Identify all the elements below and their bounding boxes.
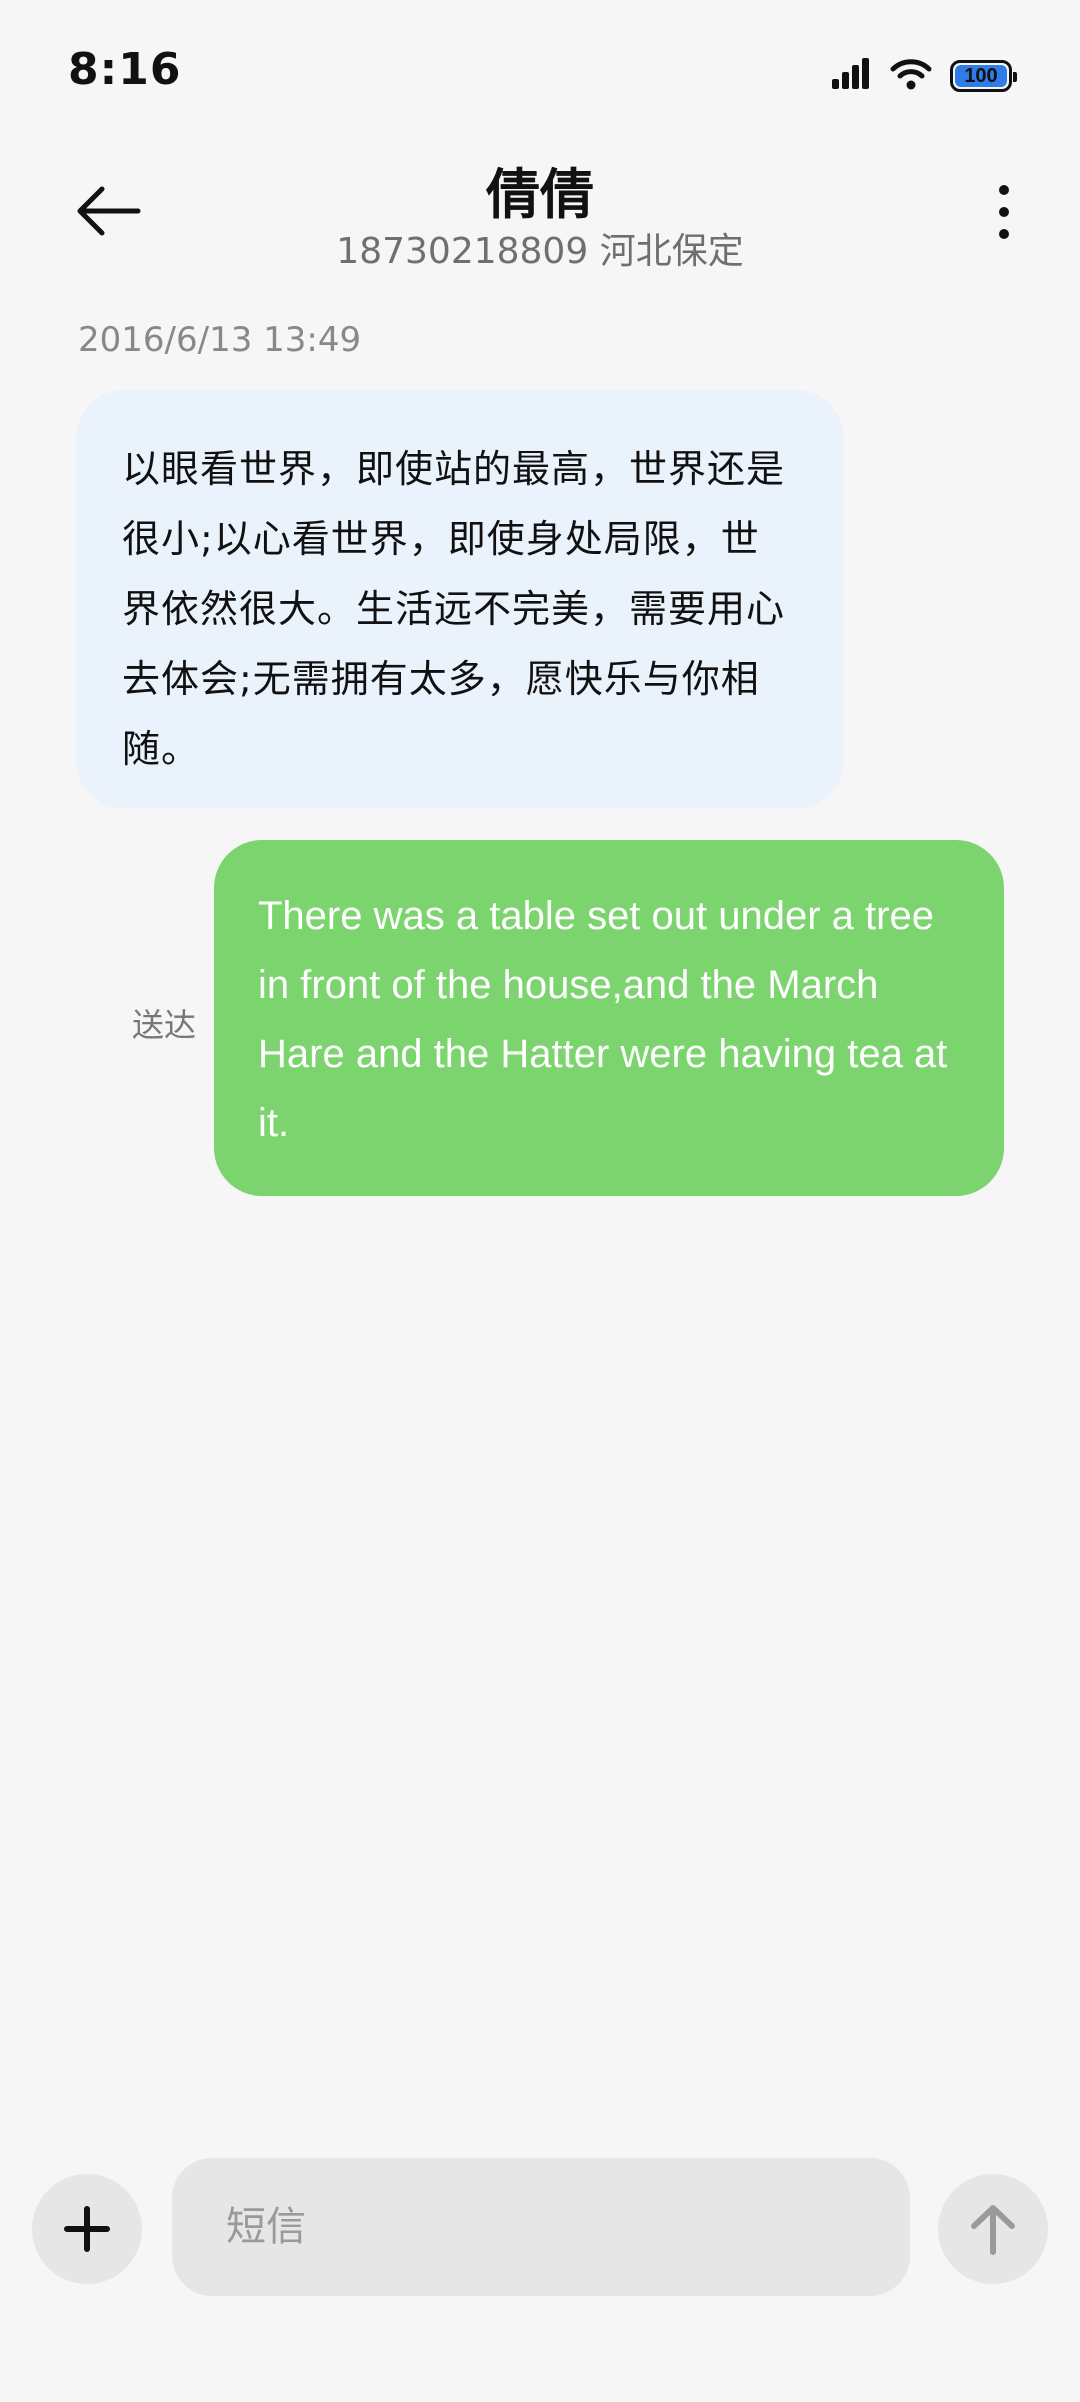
plus-icon (64, 2206, 110, 2252)
delivery-status: 送达 (132, 1006, 197, 1044)
status-bar: 8:16 100 (0, 0, 1080, 150)
more-vertical-icon (999, 185, 1009, 239)
outgoing-message-text: There was a table set out under a tree i… (258, 894, 948, 1145)
arrow-up-icon (971, 2205, 1015, 2255)
contact-subtitle: 18730218809 河北保定 (336, 231, 744, 272)
wifi-icon (890, 57, 932, 95)
signal-icon (830, 57, 872, 95)
more-options-button[interactable] (964, 172, 1044, 252)
status-time: 8:16 (68, 44, 182, 95)
battery-tip (1013, 72, 1017, 82)
message-composer (0, 2140, 1080, 2320)
send-button[interactable] (938, 2174, 1048, 2284)
outgoing-message-bubble[interactable]: There was a table set out under a tree i… (214, 840, 1004, 1196)
message-timestamp: 2016/6/13 13:49 (78, 320, 362, 360)
incoming-message-text: 以眼看世界，即使站的最高，世界还是很小;以心看世界，即使身处局限，世界依然很大。… (122, 447, 786, 771)
status-icons: 100 (830, 56, 1017, 96)
contact-name: 倩倩 (486, 163, 594, 226)
incoming-message-bubble[interactable]: 以眼看世界，即使站的最高，世界还是很小;以心看世界，即使身处局限，世界依然很大。… (76, 390, 844, 808)
battery-level: 100 (955, 65, 1007, 87)
conversation-header: 倩倩 18730218809 河北保定 (0, 150, 1080, 280)
battery-icon: 100 (950, 60, 1017, 92)
sms-input[interactable] (172, 2158, 910, 2296)
add-attachment-button[interactable] (32, 2174, 142, 2284)
